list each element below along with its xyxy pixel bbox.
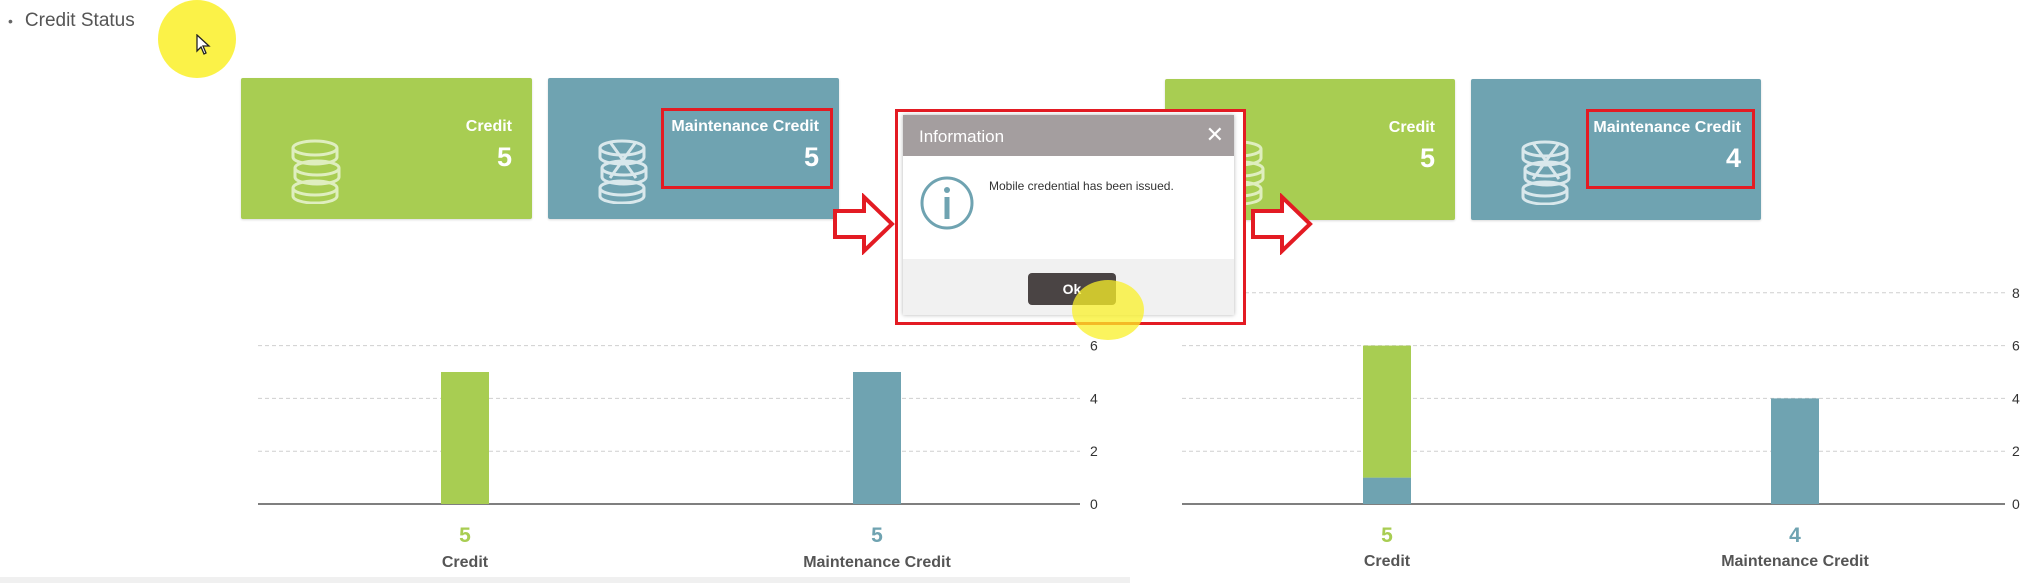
section-heading: • Credit Status — [8, 10, 135, 32]
credit-bar-value: 5 — [459, 524, 471, 547]
category-maintenance-credit: Maintenance Credit — [803, 554, 951, 571]
bar — [1363, 345, 1411, 478]
bar — [1363, 477, 1411, 504]
y-tick-label: 0 — [2012, 496, 2020, 512]
credit-label: Credit — [465, 118, 512, 135]
category-credit: Credit — [442, 554, 489, 571]
highlight-box-before — [661, 108, 833, 189]
credit-label: Credit — [1388, 119, 1435, 136]
y-tick-label: 6 — [1090, 338, 1098, 354]
category-credit: Credit — [1364, 553, 1411, 570]
highlight-box-after — [1586, 109, 1755, 189]
horizontal-scrollbar[interactable] — [0, 577, 1130, 583]
coins-cross-icon — [1521, 140, 1571, 205]
info-icon — [920, 176, 974, 230]
credit-value: 5 — [496, 142, 512, 172]
dialog-title: Information — [919, 127, 1005, 146]
information-dialog: Information ✕ Mobile credential has been… — [903, 115, 1234, 315]
coins-stack-icon — [291, 139, 341, 204]
category-maintenance-credit: Maintenance Credit — [1721, 553, 1869, 570]
bar — [1771, 398, 1819, 504]
dialog-message: Mobile credential has been issued. — [989, 179, 1174, 193]
y-tick-label: 2 — [1090, 443, 1098, 459]
y-tick-label: 0 — [1090, 496, 1098, 512]
y-tick-label: 8 — [2012, 285, 2020, 301]
cursor-icon — [196, 34, 211, 55]
dialog-title-bar: Information ✕ — [903, 115, 1234, 156]
bullet: • — [8, 13, 13, 29]
credit-bar-value: 5 — [1381, 524, 1393, 547]
y-tick-label: 4 — [1090, 390, 1098, 406]
close-icon[interactable]: ✕ — [1206, 122, 1224, 148]
credit-card-before: Credit 5 — [241, 78, 532, 219]
bar-chart-after: 0 2 4 6 8 5 4 Credit Maintenance Credit — [1182, 285, 2020, 570]
arrow-right-icon — [833, 193, 895, 255]
page-title: Credit Status — [24, 10, 135, 31]
y-tick-label: 2 — [2012, 443, 2020, 459]
y-tick-label: 4 — [2012, 390, 2020, 406]
y-tick-label: 6 — [2012, 338, 2020, 354]
maintenance-bar-value: 4 — [1789, 524, 1801, 547]
dialog-footer: Ok — [903, 259, 1234, 315]
maintenance-bar-value: 5 — [871, 524, 883, 547]
bar — [853, 372, 901, 504]
credit-value: 5 — [1419, 143, 1435, 173]
click-highlight — [1072, 280, 1144, 340]
coins-cross-icon — [598, 139, 648, 204]
arrow-right-icon — [1251, 193, 1313, 255]
bar — [441, 372, 489, 504]
